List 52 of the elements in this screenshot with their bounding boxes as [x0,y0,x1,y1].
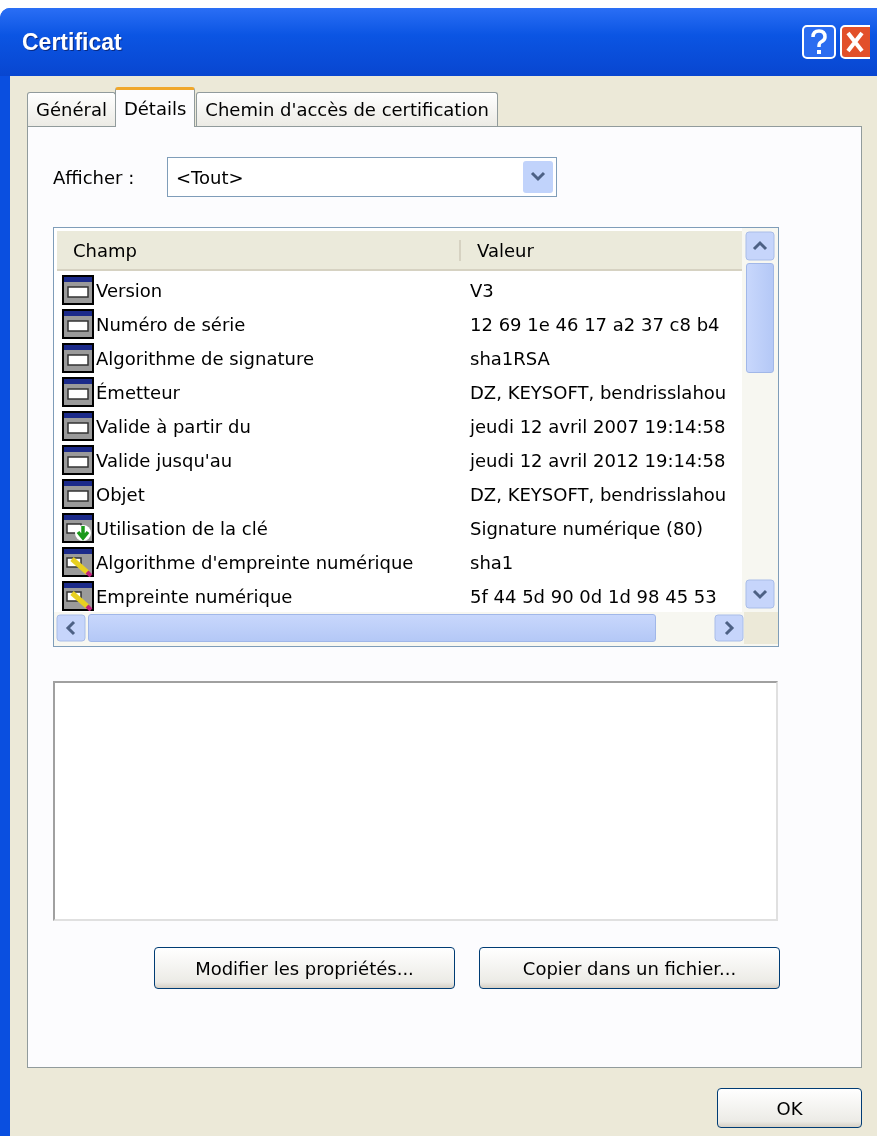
field-name[interactable]: Version [96,279,163,301]
field-icon [62,411,94,441]
field-name[interactable]: Numéro de série [96,313,246,335]
pencil-field-icon [62,581,94,611]
field-icon [62,479,94,509]
show-label: Afficher : [53,166,136,188]
field-value: V3 [470,279,494,301]
field-icon [62,343,94,373]
field-icon [62,377,94,407]
field-name[interactable]: Algorithme de signature [96,347,314,369]
field-name[interactable]: Algorithme d'empreinte numérique [96,551,414,573]
field-name[interactable]: Objet [96,483,145,505]
pencil-field-icon [62,547,94,577]
field-name[interactable]: Empreinte numérique [96,585,293,607]
scroll-up-icon[interactable] [745,231,775,261]
field-name[interactable]: Valide jusqu'au [96,449,233,471]
vertical-scrollbar[interactable] [742,228,778,612]
scrollbar-corner [744,612,778,644]
field-value: 5f 44 5d 90 0d 1d 98 45 53 [470,585,717,607]
dialog-button[interactable]: Modifier les propriétés... [154,947,455,989]
scroll-left-icon[interactable] [56,614,86,642]
ok-button[interactable]: OK [717,1088,862,1128]
field-icon [62,445,94,475]
field-value: DZ, KEYSOFT, bendrisslahou [470,381,727,403]
download-field-icon [62,513,94,543]
field-value: Signature numérique (80) [470,517,703,539]
field-value: 12 69 1e 46 17 a2 37 c8 b4 [470,313,720,335]
scroll-thumb[interactable] [746,263,774,373]
tab[interactable]: Général [27,92,116,126]
window-title: Certificat [22,28,122,56]
horizontal-scrollbar[interactable] [54,612,778,646]
tab[interactable]: Détails [114,87,196,127]
field-name[interactable]: Émetteur [96,381,180,403]
help-icon[interactable] [802,25,836,59]
close-icon[interactable] [840,25,870,59]
field-icon [62,275,94,305]
field-icon [62,309,94,339]
scroll-right-icon[interactable] [714,614,744,642]
field-name[interactable]: Utilisation de la clé [96,517,268,539]
column-header[interactable]: Valeur [461,239,534,261]
show-dropdown[interactable]: <Tout> [167,157,557,197]
scroll-thumb[interactable] [88,614,656,642]
dialog-button[interactable]: Copier dans un fichier... [479,947,780,989]
field-value: sha1RSA [470,347,550,369]
field-value: jeudi 12 avril 2012 19:14:58 [470,449,726,471]
field-value: DZ, KEYSOFT, bendrisslahou [470,483,727,505]
tab[interactable]: Chemin d'accès de certification [196,92,498,126]
field-value: sha1 [470,551,514,573]
column-header[interactable]: Champ [57,239,461,261]
field-value: jeudi 12 avril 2007 19:14:58 [470,415,726,437]
field-name[interactable]: Valide à partir du [96,415,251,437]
scroll-down-icon[interactable] [745,579,775,609]
